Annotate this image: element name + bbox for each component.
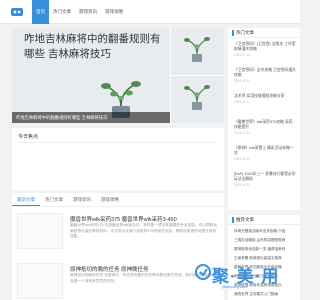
article-excerpt: 魔兽世界wlk采药375 在魔兽世界wlk版本中，采药是一项非常重要的专业技能，… <box>70 223 217 238</box>
article-title[interactable]: 原神抵切的晚的任务 原神晚任务 <box>70 265 149 273</box>
sidebar-header: 推荐文章 <box>228 215 300 225</box>
hot-article-date: 2024-07-11 <box>234 131 251 135</box>
recommended-title[interactable]: 三国志战略版 吕布阵容搭配推荐 <box>234 238 296 243</box>
hot-article-date: 2024-07-11 <box>234 100 251 104</box>
plant-thumb-icon <box>184 85 210 110</box>
article-thumbnail[interactable] <box>17 263 63 299</box>
divider <box>18 142 218 143</box>
watermark-subtext: jimeiyong.com <box>222 284 248 289</box>
hero-side-thumb[interactable] <box>171 76 224 123</box>
today-focus-panel: 今日焦点 <box>12 128 224 190</box>
nav-item-game-guides[interactable]: 游戏攻略 <box>101 0 127 24</box>
site-logo-icon[interactable] <box>10 6 24 18</box>
hot-article-date: 2024-07-11 <box>234 53 251 57</box>
site-watermark: 聚·美·用 jimeiyong.com <box>192 260 300 300</box>
main-nav: 首页 热门文章 游戏资讯 游戏攻略 <box>32 0 127 24</box>
article-title[interactable]: 魔兽世界wlk采药375 魔兽世界wlk采药3-450 <box>70 215 177 223</box>
sidebar-title: 推荐文章 <box>236 217 254 222</box>
hot-article-item[interactable]: [DnF] 2024年三一 家暴技巧都是必学玩法全解析 2024-07-11 <box>234 172 296 187</box>
brand-mark-icon <box>195 264 211 280</box>
nav-item-hot-articles[interactable]: 热门文章 <box>49 0 75 24</box>
hot-article-title[interactable]: 《卫宫密码》(卫宫宫) 全版本 工作室剧情通关攻略 <box>234 42 296 52</box>
sidebar-header: 热门文章 <box>228 28 300 38</box>
hot-article-date: 2024-07-11 <box>234 183 251 187</box>
hot-article-item[interactable]: 《卫宫密码》全关攻略 卫宫密码通关攻略 2024-07-11 <box>234 68 296 83</box>
article-thumbnail[interactable] <box>17 213 63 249</box>
nav-item-home[interactable]: 首页 <box>32 0 49 24</box>
hot-article-item[interactable]: 《卫宫密码》(卫宫宫) 全版本 工作室剧情通关攻略 2024-07-11 <box>234 42 296 57</box>
hero-carousel: 咋地吉林麻将中的翻番规则有哪些 吉林麻将技巧 咋地吉林麻将中的翻番规则有哪些 吉… <box>12 28 224 123</box>
hot-article-date: 2024-07-11 <box>234 157 251 161</box>
sidebar-hot-articles: 热门文章 《卫宫密码》(卫宫宫) 全版本 工作室剧情通关攻略 2024-07-1… <box>228 28 300 210</box>
hot-article-title[interactable]: 法术师 实用技能搭配攻略分享 <box>234 94 296 99</box>
tab-news[interactable]: 游戏资讯 <box>68 193 96 206</box>
today-focus-title: 今日焦点 <box>18 134 39 140</box>
recommended-item[interactable]: 传奇无限挑战版本全关攻略 介绍 <box>234 229 296 234</box>
nav-item-game-news[interactable]: 游戏资讯 <box>75 0 101 24</box>
article-tabs: 最新文章 热门文章 游戏资讯 游戏攻略 <box>12 193 224 207</box>
recommended-title[interactable]: 原神新角色技能一览 值得培养吗 <box>234 247 296 252</box>
hot-article-title[interactable]: 《卫宫密码》全关攻略 卫宫密码通关攻略 <box>234 68 296 78</box>
hot-article-date: 2024-07-11 <box>234 79 251 83</box>
plant-thumb-icon <box>184 37 210 62</box>
hot-article-title[interactable]: [DnF] 2024年三一 家暴技巧都是必学玩法全解析 <box>234 172 296 182</box>
sidebar-title: 热门文章 <box>236 30 254 35</box>
hero-main-slide[interactable]: 咋地吉林麻将中的翻番规则有哪些 吉林麻将技巧 咋地吉林麻将中的翻番规则有哪些 吉… <box>12 28 170 123</box>
hero-caption[interactable]: 咋地吉林麻将中的翻番规则有哪些 吉林麻将技巧 <box>12 112 170 123</box>
hot-article-item[interactable]: 《原神》wlk采雪上 精彩活动攻略一览 2024-07-11 <box>234 146 296 161</box>
hot-article-item[interactable]: 法术师 实用技能搭配攻略分享 2024-07-11 <box>234 94 296 104</box>
hero-title[interactable]: 咋地吉林麻将中的翻番规则有哪些 吉林麻将技巧 <box>24 32 164 62</box>
accent-bar <box>232 30 234 36</box>
tab-hot[interactable]: 热门文章 <box>40 193 68 206</box>
recommended-item[interactable]: 原神新角色技能一览 值得培养吗 <box>234 247 296 252</box>
tab-guides[interactable]: 游戏攻略 <box>96 193 124 206</box>
hot-article-title[interactable]: 《魔兽世界》wlk采药375攻略 采药技能提升 <box>234 120 296 130</box>
recommended-item[interactable]: 三国志战略版 吕布阵容搭配推荐 <box>234 238 296 243</box>
hot-article-item[interactable]: 《魔兽世界》wlk采药375攻略 采药技能提升 2024-07-11 <box>234 120 296 135</box>
accent-bar <box>232 217 234 223</box>
hot-article-title[interactable]: 《原神》wlk采雪上 精彩活动攻略一览 <box>234 146 296 156</box>
hero-side-thumb[interactable] <box>171 28 224 75</box>
tab-latest[interactable]: 最新文章 <box>12 193 40 206</box>
top-navigation-bar: 首页 热门文章 游戏资讯 游戏攻略 <box>0 0 300 24</box>
page: 首页 热门文章 游戏资讯 游戏攻略 咋地吉林麻将中的翻番规则有哪些 吉林麻将技巧… <box>0 0 300 300</box>
recommended-title[interactable]: 传奇无限挑战版本全关攻略 介绍 <box>234 229 296 234</box>
